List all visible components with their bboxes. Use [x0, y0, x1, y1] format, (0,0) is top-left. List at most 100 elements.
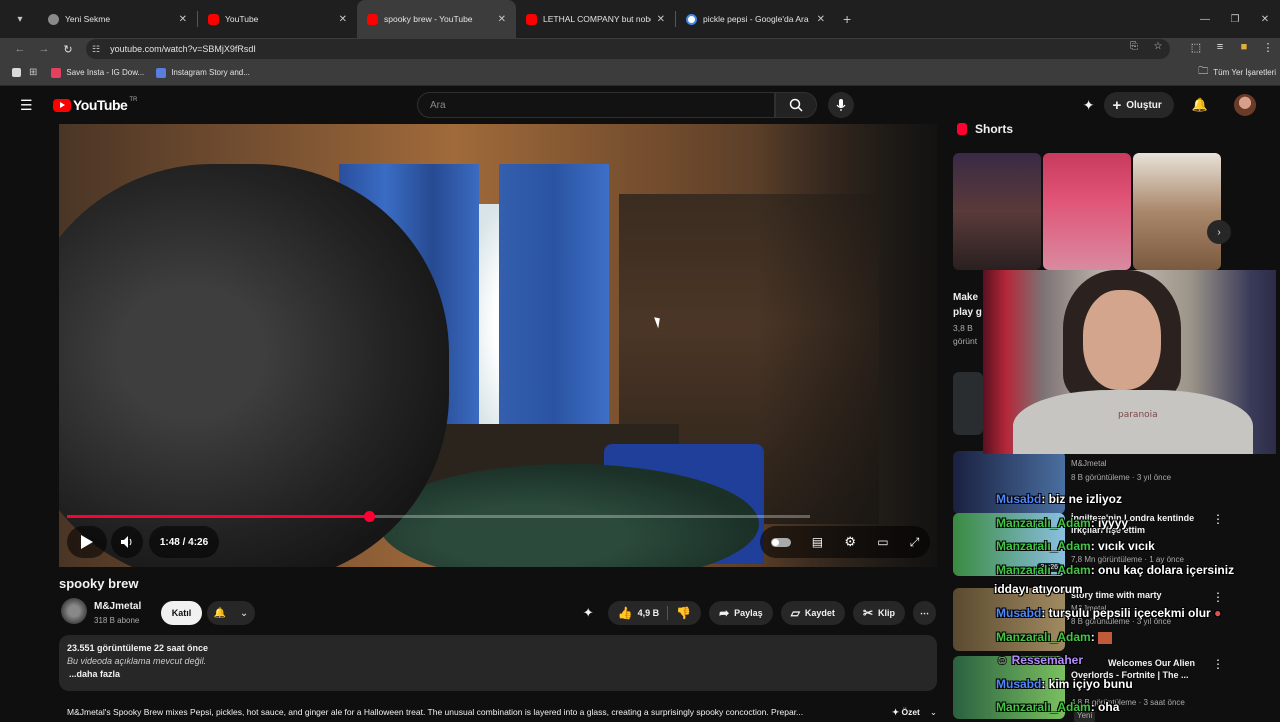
more-actions-button[interactable]: ⋯	[913, 601, 936, 625]
progress-bar[interactable]	[67, 511, 810, 522]
all-bookmarks[interactable]: 🗀 Tüm Yer İşaretleri	[1198, 64, 1276, 81]
apps-icon[interactable]	[12, 68, 21, 77]
close-window-icon[interactable]: ✕	[1250, 0, 1280, 38]
play-button[interactable]	[67, 526, 107, 558]
more-options-icon[interactable]: ⋮	[1212, 657, 1224, 671]
volume-button[interactable]	[111, 526, 143, 558]
short-title[interactable]: Make play g	[953, 290, 982, 320]
close-tab-icon[interactable]: ✕	[498, 14, 506, 25]
minimize-icon[interactable]: —	[1190, 0, 1220, 38]
emote-icon	[1098, 631, 1113, 644]
search-input[interactable]: Ara	[417, 92, 775, 118]
description-box[interactable]: 23.551 görüntüleme 22 saat önce Bu video…	[59, 635, 937, 691]
install-app-icon[interactable]: ⎘	[1122, 41, 1146, 52]
grid-icon[interactable]: ⊞	[29, 67, 37, 78]
chat-message: Manzaralı_Adam: iyyyy	[996, 516, 1129, 530]
search-button[interactable]	[775, 92, 817, 118]
chat-message: iddayı atıyorum	[994, 582, 1083, 596]
join-button[interactable]: Katıl	[161, 601, 202, 625]
save-button[interactable]: ▱ Kaydet	[780, 601, 845, 625]
thumbs-up-icon: 👍	[617, 606, 633, 620]
channel-avatar[interactable]	[61, 598, 87, 624]
tab-youtube[interactable]: YouTube ✕	[198, 0, 357, 38]
like-button[interactable]: 👍 4,9 B 👎	[607, 601, 702, 625]
more-icon: ⋯	[920, 607, 929, 618]
channel-name[interactable]: M&Jmetal	[94, 601, 141, 612]
share-icon: ➦	[719, 606, 730, 620]
media-control-icon[interactable]: ≡	[1208, 41, 1232, 54]
avatar[interactable]	[1234, 94, 1256, 116]
fullscreen-icon[interactable]: ⤢	[910, 535, 920, 550]
thumbs-down-icon[interactable]: 👎	[676, 606, 691, 620]
tab-spooky-brew[interactable]: spooky brew - YouTube ✕	[357, 0, 516, 38]
bookmark-star-icon[interactable]: ☆	[1146, 41, 1170, 52]
video-title: spooky brew	[59, 576, 139, 591]
create-label: Oluştur	[1126, 99, 1162, 111]
tab-google[interactable]: pickle pepsi - Google'da Ara ✕	[676, 0, 835, 38]
ai-sparkle-icon[interactable]: ✦	[1083, 97, 1095, 114]
forward-icon[interactable]: →	[32, 43, 56, 55]
chrome-icon	[48, 13, 59, 25]
emote-icon: ●	[1214, 606, 1222, 620]
more-options-icon[interactable]: ⋮	[1212, 590, 1224, 604]
short-thumbnail[interactable]	[953, 153, 1041, 270]
shorts-title: Shorts	[975, 122, 1014, 136]
tab-lethal-company[interactable]: LETHAL COMPANY but nobody ✕	[516, 0, 675, 38]
short-thumbnail[interactable]	[1043, 153, 1131, 270]
progress-scrubber[interactable]	[363, 511, 375, 522]
subscription-bell-button[interactable]: 🔔 ⌄	[207, 601, 255, 625]
share-button[interactable]: ➦ Paylaş	[709, 601, 773, 625]
notifications-bell-icon[interactable]: 🔔	[1192, 97, 1208, 113]
all-bookmarks-label: Tüm Yer İşaretleri	[1213, 68, 1276, 77]
streamer-webcam	[983, 270, 1280, 454]
share-label: Paylaş	[734, 608, 763, 618]
search-placeholder: Ara	[430, 99, 446, 111]
subtitles-icon[interactable]: ▤	[812, 535, 823, 549]
summary-button[interactable]: ✦ Özet	[892, 707, 920, 718]
hamburger-menu-icon[interactable]: ☰	[20, 97, 33, 114]
youtube-play-icon	[53, 98, 71, 112]
rec-title[interactable]: story time with marty	[1071, 589, 1162, 601]
close-tab-icon[interactable]: ✕	[657, 14, 665, 25]
tab-search-button[interactable]: ▾	[8, 7, 32, 31]
summary-text: M&Jmetal's Spooky Brew mixes Pepsi, pick…	[67, 707, 804, 717]
extensions-icon[interactable]: ⬚	[1184, 41, 1208, 54]
page-scrollbar[interactable]	[1276, 124, 1280, 720]
site-info-icon[interactable]: ☷	[92, 44, 100, 55]
scissors-icon: ✂	[862, 606, 873, 620]
menu-icon[interactable]: ⋮	[1256, 41, 1280, 54]
extension-icon[interactable]: ■	[1232, 41, 1256, 54]
close-tab-icon[interactable]: ✕	[179, 14, 187, 25]
reload-icon[interactable]: ↻	[56, 43, 80, 56]
close-tab-icon[interactable]: ✕	[817, 14, 825, 25]
autoplay-toggle[interactable]	[770, 537, 791, 547]
voice-search-button[interactable]	[828, 92, 854, 118]
bookmark-label: Save Insta - IG Dow...	[66, 68, 145, 77]
chevron-down-icon[interactable]: ⌄	[930, 707, 937, 718]
tab-new[interactable]: Yeni Sekme ✕	[38, 0, 197, 38]
video-player[interactable]: 1:48 / 4:26 ▤ ⚙ ▭ ⤢	[59, 124, 937, 567]
chat-message: Manzaralı_Adam: onu kaç dolara içersiniz	[996, 563, 1235, 577]
back-icon[interactable]: ←	[8, 43, 32, 55]
more-options-icon[interactable]: ⋮	[1212, 512, 1224, 526]
summary-button-label: Özet	[901, 706, 920, 717]
bookmarks-bar: ⊞ Save Insta - IG Dow... Instagram Story…	[0, 60, 1280, 86]
bookmark-save-insta[interactable]: Save Insta - IG Dow...	[51, 67, 145, 78]
chat-message: Musabd: kim içiyo bunu	[996, 677, 1133, 691]
maximize-icon[interactable]: ❐	[1220, 0, 1250, 38]
address-bar[interactable]: ☷ youtube.com/watch?v=SBMjX9fRsdI ⎘ ☆	[86, 39, 1170, 59]
close-tab-icon[interactable]: ✕	[339, 14, 347, 25]
rec-thumbnail[interactable]	[953, 372, 983, 435]
create-button[interactable]: + Oluştur	[1104, 92, 1174, 118]
bookmark-instagram-story[interactable]: Instagram Story and...	[156, 67, 250, 78]
theater-mode-icon[interactable]: ▭	[877, 535, 888, 549]
new-tab-icon[interactable]: +	[843, 11, 851, 27]
ai-sparkle-icon[interactable]: ✦	[583, 605, 594, 621]
show-more-link[interactable]: ...daha fazla	[69, 669, 929, 679]
short-thumbnail[interactable]	[1133, 153, 1221, 270]
shorts-next-button[interactable]: ›	[1207, 220, 1231, 244]
chat-message: Manzaralı_Adam:	[996, 630, 1113, 644]
settings-gear-icon[interactable]: ⚙	[844, 534, 856, 550]
youtube-logo[interactable]: YouTube TR	[53, 97, 137, 113]
clip-button[interactable]: ✂ Klip	[852, 601, 905, 625]
